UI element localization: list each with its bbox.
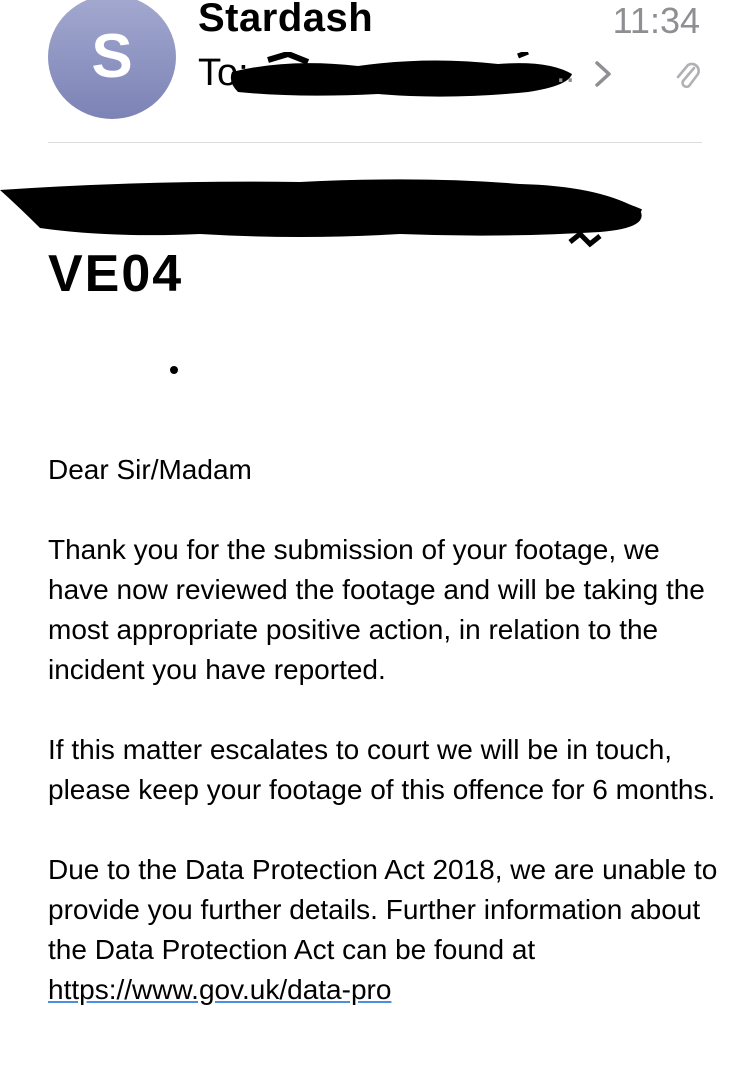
paperclip-icon[interactable] bbox=[674, 60, 702, 92]
body-paragraph-3-text: Due to the Data Protection Act 2018, we … bbox=[48, 854, 718, 965]
body-paragraph-2: If this matter escalates to court we wil… bbox=[48, 734, 716, 805]
sender-name[interactable]: Stardash bbox=[198, 0, 373, 41]
sender-avatar[interactable]: S bbox=[48, 0, 176, 119]
redaction-mark-subject bbox=[0, 179, 642, 248]
redaction-mark-recipient bbox=[230, 52, 572, 97]
body-paragraph-3: Due to the Data Protection Act 2018, we … bbox=[48, 850, 718, 1010]
stray-dot bbox=[170, 366, 178, 374]
subject-code: VE04 bbox=[48, 245, 184, 303]
message-body: Dear Sir/Madam Thank you for the submiss… bbox=[48, 450, 718, 1050]
chevron-right-icon[interactable] bbox=[592, 60, 614, 88]
avatar-initial: S bbox=[91, 22, 133, 91]
greeting: Dear Sir/Madam bbox=[48, 454, 252, 485]
bottom-fade bbox=[0, 1051, 750, 1067]
recipient-truncation: .. bbox=[556, 52, 575, 90]
body-paragraph-1: Thank you for the submission of your foo… bbox=[48, 534, 705, 685]
timestamp: 11:34 bbox=[612, 0, 700, 41]
header-divider bbox=[48, 142, 702, 143]
data-protection-link[interactable]: https://www.gov.uk/data-pro bbox=[48, 974, 391, 1005]
